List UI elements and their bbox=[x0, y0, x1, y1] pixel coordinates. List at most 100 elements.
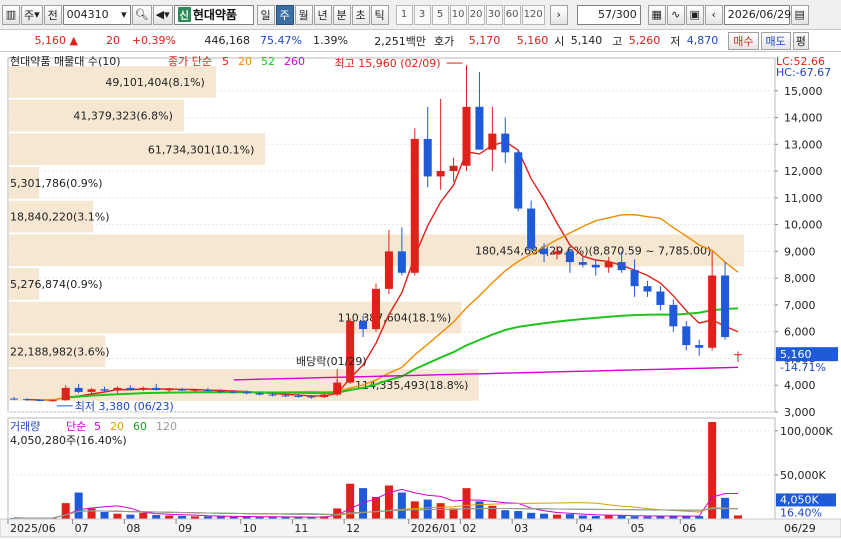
adjust-label: 전 bbox=[47, 8, 58, 22]
candle-body bbox=[203, 389, 212, 392]
interval-button[interactable]: 60 bbox=[503, 4, 521, 25]
volume-bar bbox=[449, 508, 458, 519]
count-input[interactable]: 57/300 bbox=[576, 4, 641, 25]
chevron-left-icon[interactable]: ‹ bbox=[704, 4, 723, 25]
x-tick-label: 10 bbox=[243, 522, 257, 535]
x-tick-label: 02 bbox=[463, 522, 477, 535]
volume-bar bbox=[501, 510, 510, 519]
candle-body bbox=[87, 389, 96, 392]
stock-code-input[interactable]: 004310 ▾ bbox=[62, 4, 131, 25]
x-tick-label: 03 bbox=[514, 522, 528, 535]
low-price: 4,870 bbox=[686, 34, 719, 47]
buy-button[interactable]: 매수 bbox=[728, 31, 759, 50]
range-annotation: 180,454,684(29.6%)(8,870.59 ~ 7,785.00) bbox=[475, 244, 711, 257]
candle-body bbox=[565, 251, 574, 263]
candle-body bbox=[294, 395, 303, 397]
candle-body bbox=[242, 392, 251, 394]
candle-body bbox=[695, 345, 704, 348]
price-tick-label: 11,000 bbox=[784, 192, 823, 205]
candle-body bbox=[35, 399, 44, 401]
candle-body bbox=[126, 387, 135, 390]
volume-profile-label: 110,387,604(18.1%) bbox=[338, 312, 452, 325]
chart-area[interactable]: 49,101,404(8.1%) 41,379,323(6.8%) 61,734,3… bbox=[0, 52, 841, 542]
chart-type-select[interactable]: 주 ▾ bbox=[21, 4, 43, 25]
volume-bar bbox=[552, 514, 562, 519]
candle-body bbox=[617, 262, 626, 271]
interval-button[interactable]: 5 bbox=[431, 4, 449, 25]
candle-body bbox=[527, 208, 536, 249]
interval-button[interactable]: 20 bbox=[467, 4, 485, 25]
volume-profile-label: 18,840,220(3.1%) bbox=[10, 211, 110, 224]
candle-body bbox=[281, 395, 290, 397]
candle-body bbox=[552, 251, 562, 255]
candle-body bbox=[74, 387, 83, 392]
price-tick-label: 8,000 bbox=[784, 272, 816, 285]
x-tick-label: 11 bbox=[294, 522, 308, 535]
candle-body bbox=[268, 394, 277, 396]
candle-body bbox=[320, 394, 329, 398]
bid-price: 5,160 bbox=[516, 34, 549, 47]
search-icon[interactable]: 🔍︎ bbox=[131, 4, 152, 25]
period-button[interactable]: 틱 bbox=[370, 4, 389, 25]
change-amount: 20 bbox=[106, 34, 120, 47]
current-price: 5,160 ▲ bbox=[0, 34, 82, 47]
ma-legend-period: 5 bbox=[222, 55, 229, 68]
period-button[interactable]: 분 bbox=[332, 4, 351, 25]
chevron-right-icon[interactable]: › bbox=[549, 4, 568, 25]
up-arrow-icon: ▲ bbox=[69, 34, 78, 47]
indicator-icon[interactable]: ∿ bbox=[666, 4, 685, 25]
interval-button[interactable]: 120 bbox=[521, 4, 545, 25]
candle-body bbox=[371, 288, 381, 330]
volume-bar bbox=[87, 508, 96, 519]
volume-bar bbox=[436, 503, 445, 519]
sell-button[interactable]: 매도 bbox=[760, 31, 791, 50]
volume-bar bbox=[126, 514, 135, 519]
period-button[interactable]: 주 bbox=[275, 4, 294, 25]
candle-body bbox=[410, 138, 419, 273]
candle-body bbox=[733, 354, 743, 356]
candle-body bbox=[475, 106, 484, 150]
adjust-select[interactable]: 전 bbox=[43, 4, 62, 25]
period-button[interactable]: 일 bbox=[256, 4, 275, 25]
ma-legend-period: 52 bbox=[261, 55, 275, 68]
save-icon[interactable]: ▣ bbox=[685, 4, 704, 25]
quote-bar: 5,160 ▲ 20 +0.39% 446,168 75.47% 1.39% 2… bbox=[0, 30, 841, 52]
chart-toolbar: ▥ 주 ▾ 전 004310 ▾ 🔍︎ ◀▾ 신 현대약품 일주월년분초틱 1351… bbox=[0, 0, 841, 30]
period-button[interactable]: 년 bbox=[313, 4, 332, 25]
price-tick-label: 13,000 bbox=[784, 138, 823, 151]
volume-legend-name: 거래량 bbox=[10, 420, 40, 433]
candle-body bbox=[9, 398, 19, 400]
chevron-down-icon[interactable]: ▾ bbox=[121, 8, 127, 21]
interval-button[interactable]: 3 bbox=[413, 4, 431, 25]
candle-body bbox=[346, 320, 355, 383]
stock-chart[interactable]: 49,101,404(8.1%) 41,379,323(6.8%) 61,734,3… bbox=[0, 52, 841, 542]
volume-bar bbox=[565, 514, 574, 519]
price-tick-label: 9,000 bbox=[784, 245, 816, 258]
period-button[interactable]: 초 bbox=[351, 4, 370, 25]
layout-icon[interactable]: ▥ bbox=[2, 4, 20, 25]
interval-button[interactable]: 1 bbox=[395, 4, 413, 25]
date-input[interactable]: 2026/06/29 bbox=[723, 4, 791, 25]
candle-body bbox=[591, 264, 600, 268]
chart-type-label: 주 bbox=[24, 8, 35, 22]
x-tick-label: 07 bbox=[75, 522, 89, 535]
count-total: /300 bbox=[612, 8, 637, 21]
volume-value: 446,168 bbox=[204, 34, 251, 47]
eval-button[interactable]: 평 bbox=[792, 31, 809, 50]
candle-body bbox=[488, 133, 497, 150]
interval-button[interactable]: 30 bbox=[485, 4, 503, 25]
change-percent: +0.39% bbox=[131, 34, 176, 47]
grid-icon[interactable]: ▦ bbox=[647, 4, 666, 25]
volume-ma-label: 단순 bbox=[66, 420, 86, 433]
candle-body bbox=[656, 291, 665, 305]
period-button[interactable]: 월 bbox=[294, 4, 313, 25]
x-tick-label: 08 bbox=[126, 522, 140, 535]
price-tick-label: 12,000 bbox=[784, 165, 823, 178]
speaker-icon[interactable]: ◀▾ bbox=[152, 4, 173, 25]
stock-name-text: 현대약품 bbox=[192, 8, 237, 22]
price-legend-name: 현대약품 매물대 수(10) bbox=[10, 54, 121, 68]
candle-body bbox=[229, 391, 238, 393]
calendar-icon[interactable]: ▤ bbox=[790, 4, 809, 25]
volume-bar bbox=[488, 505, 497, 519]
interval-button[interactable]: 10 bbox=[449, 4, 467, 25]
